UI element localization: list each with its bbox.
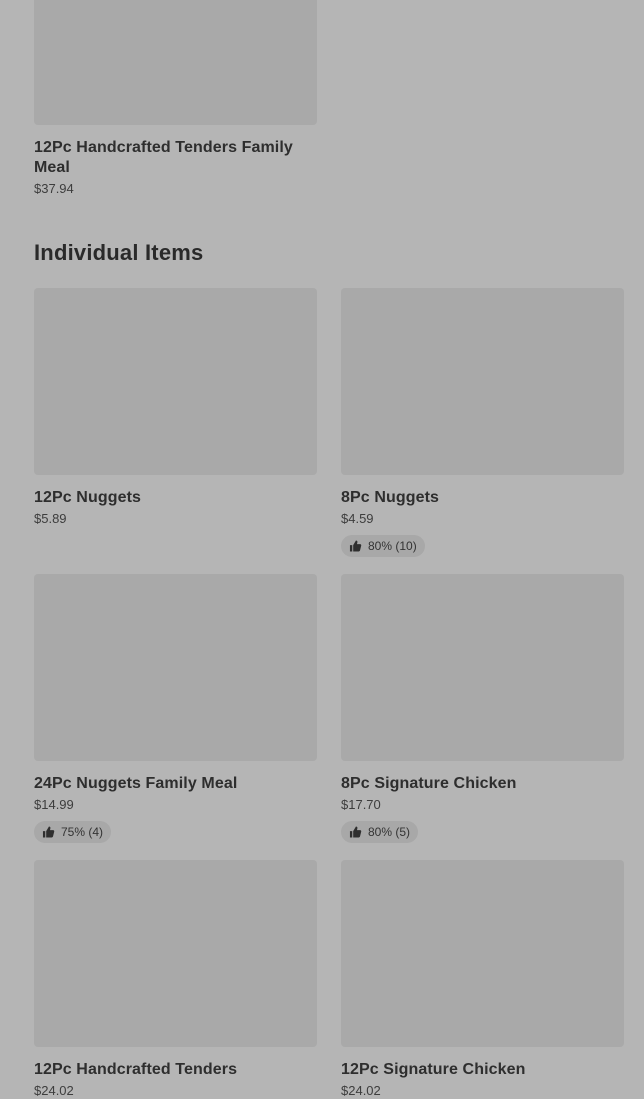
item-price: $17.70 [341, 797, 381, 812]
item-name: 8Pc Signature Chicken [341, 775, 517, 792]
menu-item-card[interactable]: 8Pc Nuggets $4.59 80% (10) [341, 288, 624, 557]
item-price: $4.59 [341, 511, 374, 526]
item-price: $24.02 [341, 1083, 381, 1098]
item-image[interactable] [34, 860, 317, 1047]
rating-badge: 80% (5) [341, 821, 419, 843]
rating-badge: 75% (4) [34, 821, 112, 843]
item-name: 24Pc Nuggets Family Meal [34, 775, 238, 792]
item-name: 12Pc Nuggets [34, 489, 142, 506]
menu-item-card[interactable]: 8Pc Signature Chicken $17.70 80% (5) [341, 574, 624, 843]
menu-item-card[interactable]: 12Pc Handcrafted Tenders $24.02 [34, 860, 317, 1099]
menu-item-card[interactable]: 12Pc Nuggets $5.89 [34, 288, 317, 527]
menu-page: 12Pc Handcrafted Tenders Family Meal $37… [0, 0, 644, 1098]
item-price: $24.02 [34, 1083, 74, 1098]
rating-badge: 80% (10) [341, 535, 425, 557]
item-name: 12Pc Signature Chicken [341, 1061, 526, 1078]
item-image[interactable] [341, 860, 624, 1047]
rating-text: 75% (4) [61, 825, 104, 839]
item-name: 8Pc Nuggets [341, 489, 440, 506]
menu-item-card[interactable]: 12Pc Signature Chicken $24.02 [341, 860, 624, 1099]
section-title: Individual Items [34, 240, 204, 265]
rating-text: 80% (5) [368, 825, 411, 839]
item-price: $5.89 [34, 511, 67, 526]
item-image[interactable] [341, 574, 624, 761]
thumbs-up-icon [42, 826, 55, 838]
item-image[interactable] [34, 0, 317, 125]
item-name: 12Pc Handcrafted Tenders [34, 1061, 238, 1078]
rating-text: 80% (10) [368, 539, 417, 553]
thumbs-up-icon [349, 826, 362, 838]
item-price: $14.99 [34, 797, 74, 812]
menu-item-card-top[interactable]: 12Pc Handcrafted Tenders Family Meal $37… [34, 0, 317, 197]
item-name: 12Pc Handcrafted Tenders Family Meal [34, 139, 293, 176]
item-price: $37.94 [34, 181, 74, 196]
menu-item-card[interactable]: 24Pc Nuggets Family Meal $14.99 75% (4) [34, 574, 317, 843]
item-image[interactable] [341, 288, 624, 475]
item-image[interactable] [34, 574, 317, 761]
thumbs-up-icon [349, 540, 362, 552]
item-image[interactable] [34, 288, 317, 475]
